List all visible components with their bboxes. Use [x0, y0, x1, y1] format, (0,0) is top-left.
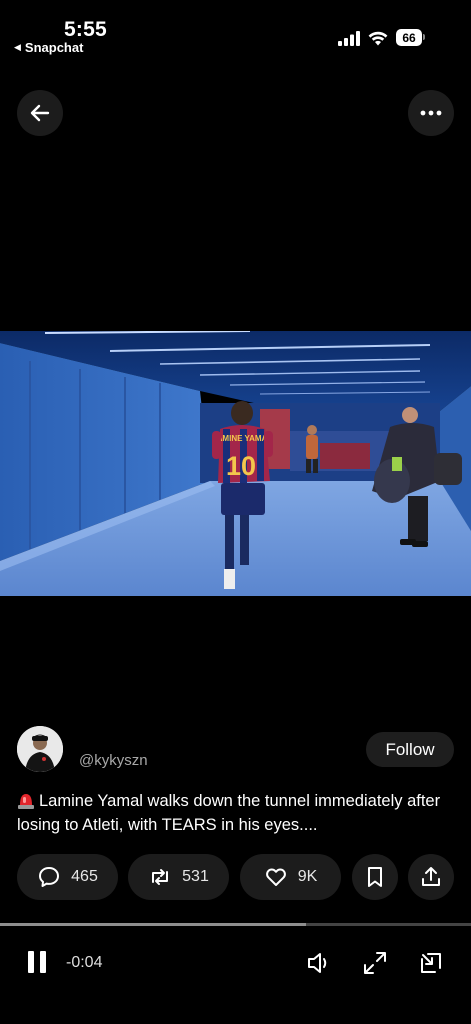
- video-frame-tunnel: LAMINE YAMAL 10: [0, 331, 471, 596]
- time-remaining: -0:04: [66, 954, 103, 971]
- share-button[interactable]: [408, 854, 454, 900]
- video-progress-fill: [0, 923, 307, 926]
- pause-button[interactable]: [28, 951, 52, 975]
- pause-icon: [28, 951, 34, 973]
- back-triangle-icon: ◀: [14, 42, 21, 52]
- picture-in-picture-icon[interactable]: [418, 950, 444, 976]
- speech-bubble-icon: [39, 867, 60, 887]
- bookmark-icon: [368, 867, 382, 887]
- more-options-button[interactable]: [408, 90, 454, 136]
- video-progress-bar[interactable]: [0, 923, 471, 926]
- avatar-photo: [17, 726, 63, 772]
- reply-button[interactable]: 465: [17, 854, 118, 900]
- police-siren-emoji-icon: [18, 794, 34, 809]
- author-handle[interactable]: @kykyszn: [79, 752, 148, 769]
- expand-arrows-icon[interactable]: [362, 950, 388, 976]
- cellular-signal-icon: [338, 31, 360, 46]
- battery-indicator: 66: [396, 29, 426, 46]
- back-to-app-link[interactable]: ◀ Snapchat: [14, 40, 83, 55]
- ellipsis-icon: [420, 110, 442, 116]
- video-player[interactable]: LAMINE YAMAL 10: [0, 331, 471, 596]
- arrow-left-icon: [30, 104, 50, 122]
- speaker-icon[interactable]: [306, 950, 332, 976]
- caption-text: Lamine Yamal walks down the tunnel immed…: [17, 792, 441, 834]
- heart-icon: [265, 868, 286, 886]
- back-to-app-label: Snapchat: [24, 40, 84, 55]
- jersey-number: 10: [226, 451, 256, 481]
- repost-button[interactable]: 531: [128, 854, 229, 900]
- follow-button[interactable]: Follow: [366, 732, 454, 767]
- wifi-icon: [368, 31, 388, 46]
- post-caption: Lamine Yamal walks down the tunnel immed…: [17, 789, 457, 837]
- like-button[interactable]: 9K: [240, 854, 341, 900]
- back-button[interactable]: [17, 90, 63, 136]
- repost-count: 531: [182, 868, 209, 885]
- bookmark-button[interactable]: [352, 854, 398, 900]
- repost-arrows-icon: [152, 869, 169, 885]
- share-upload-icon: [422, 867, 440, 886]
- battery-level: 66: [396, 29, 422, 46]
- like-count: 9K: [297, 868, 318, 885]
- author-avatar[interactable]: [17, 726, 63, 772]
- status-time: 5:55: [64, 18, 107, 41]
- reply-count: 465: [71, 868, 98, 885]
